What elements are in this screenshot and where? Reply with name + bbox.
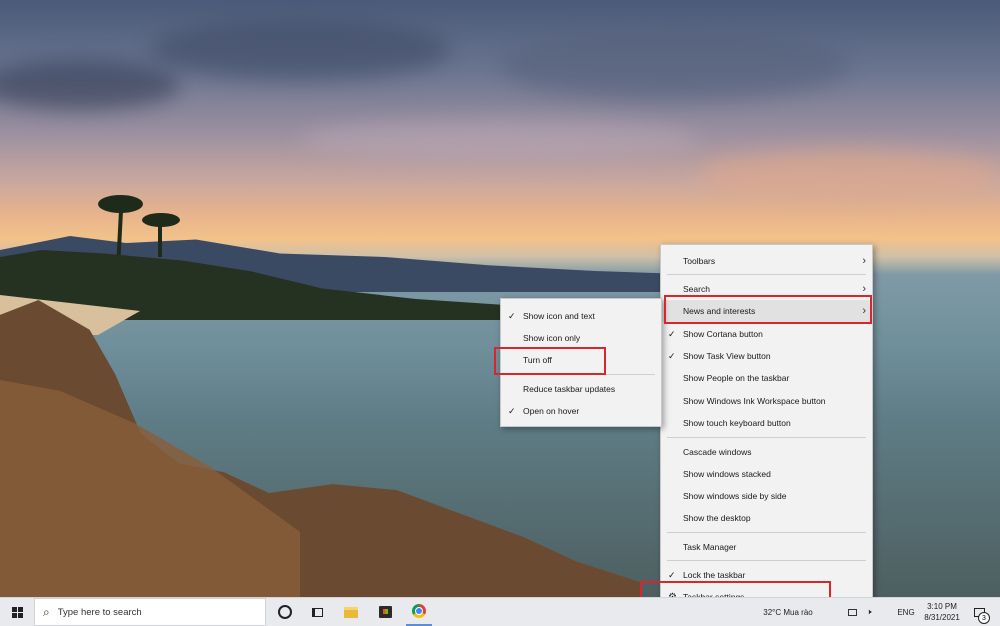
menu-item-label: Reduce taskbar updates: [523, 384, 616, 394]
menu-item-cascade-windows[interactable]: Cascade windows: [661, 441, 872, 463]
menu-item-label: Show icon and text: [523, 311, 595, 321]
task-view-icon[interactable]: [304, 598, 330, 626]
action-center-button[interactable]: 3: [968, 598, 990, 626]
cortana-icon[interactable]: [272, 598, 298, 626]
menu-item-label: Cascade windows: [683, 447, 752, 457]
volume-icon[interactable]: 🕨︎: [862, 598, 876, 626]
submenu-item-show-icon-and-text[interactable]: ✓ Show icon and text: [501, 305, 661, 327]
menu-item-show-ink-workspace[interactable]: Show Windows Ink Workspace button: [661, 390, 872, 412]
menu-separator: [667, 532, 866, 533]
start-button[interactable]: [0, 598, 34, 626]
menu-item-label: Task Manager: [683, 542, 737, 552]
menu-item-show-cortana-button[interactable]: ✓ Show Cortana button: [661, 323, 872, 345]
menu-item-label: Show the desktop: [683, 513, 751, 523]
network-icon[interactable]: [846, 598, 858, 626]
menu-item-label: Show icon only: [523, 333, 581, 343]
notification-count-badge: 3: [978, 612, 990, 624]
menu-separator: [667, 560, 866, 561]
menu-item-show-windows-stacked[interactable]: Show windows stacked: [661, 463, 872, 485]
submenu-item-show-icon-only[interactable]: Show icon only: [501, 327, 661, 349]
menu-item-task-manager[interactable]: Task Manager: [661, 536, 872, 558]
menu-item-toolbars[interactable]: Toolbars ›: [661, 250, 872, 272]
submenu-item-reduce-taskbar-updates[interactable]: Reduce taskbar updates: [501, 378, 661, 400]
search-icon: ⌕: [43, 604, 50, 619]
clock-time: 3:10 PM: [927, 602, 957, 611]
menu-item-label: Show Task View button: [683, 351, 771, 361]
chevron-right-icon: ›: [862, 283, 866, 295]
menu-item-label: Show windows stacked: [683, 469, 771, 479]
submenu-item-open-on-hover[interactable]: ✓ Open on hover: [501, 400, 661, 422]
menu-item-label: Lock the taskbar: [683, 570, 746, 580]
highlight-news-and-interests: [664, 295, 872, 324]
menu-item-label: Open on hover: [523, 406, 580, 416]
language-indicator[interactable]: ENG: [893, 598, 919, 626]
taskbar-search-box[interactable]: ⌕ Type here to search: [34, 598, 266, 626]
menu-item-label: Toolbars: [683, 256, 716, 266]
menu-item-label: Show People on the taskbar: [683, 373, 790, 383]
checkmark-icon: ✓: [668, 569, 676, 580]
clock-date: 8/31/2021: [924, 613, 960, 622]
taskbar: ⌕ Type here to search 32°C Mua rào 🕨︎ EN…: [0, 597, 1000, 626]
windows-logo-icon: [11, 606, 23, 618]
search-placeholder: Type here to search: [57, 606, 142, 618]
checkmark-icon: ✓: [668, 350, 676, 361]
menu-item-show-people[interactable]: Show People on the taskbar: [661, 367, 872, 389]
menu-item-label: Show Cortana button: [683, 329, 763, 339]
menu-item-show-task-view-button[interactable]: ✓ Show Task View button: [661, 345, 872, 367]
clock[interactable]: 3:10 PM 8/31/2021: [919, 598, 965, 626]
menu-separator: [667, 274, 866, 275]
highlight-turn-off: [494, 347, 606, 375]
menu-item-show-the-desktop[interactable]: Show the desktop: [661, 507, 872, 529]
menu-item-label: Search: [683, 284, 710, 294]
weather-widget[interactable]: 32°C Mua rào: [757, 598, 819, 626]
menu-separator: [667, 437, 866, 438]
menu-item-show-touch-keyboard[interactable]: Show touch keyboard button: [661, 412, 872, 434]
checkmark-icon: ✓: [508, 310, 516, 321]
file-explorer-icon[interactable]: [338, 598, 364, 626]
menu-item-label: Show Windows Ink Workspace button: [683, 396, 826, 406]
menu-item-label: Show windows side by side: [683, 491, 787, 501]
chevron-right-icon: ›: [862, 255, 866, 267]
checkmark-icon: ✓: [668, 328, 676, 339]
chrome-icon[interactable]: [406, 598, 432, 626]
store-icon[interactable]: [372, 598, 398, 626]
menu-item-label: Show touch keyboard button: [683, 418, 791, 428]
menu-item-show-windows-side-by-side[interactable]: Show windows side by side: [661, 485, 872, 507]
checkmark-icon: ✓: [508, 405, 516, 416]
